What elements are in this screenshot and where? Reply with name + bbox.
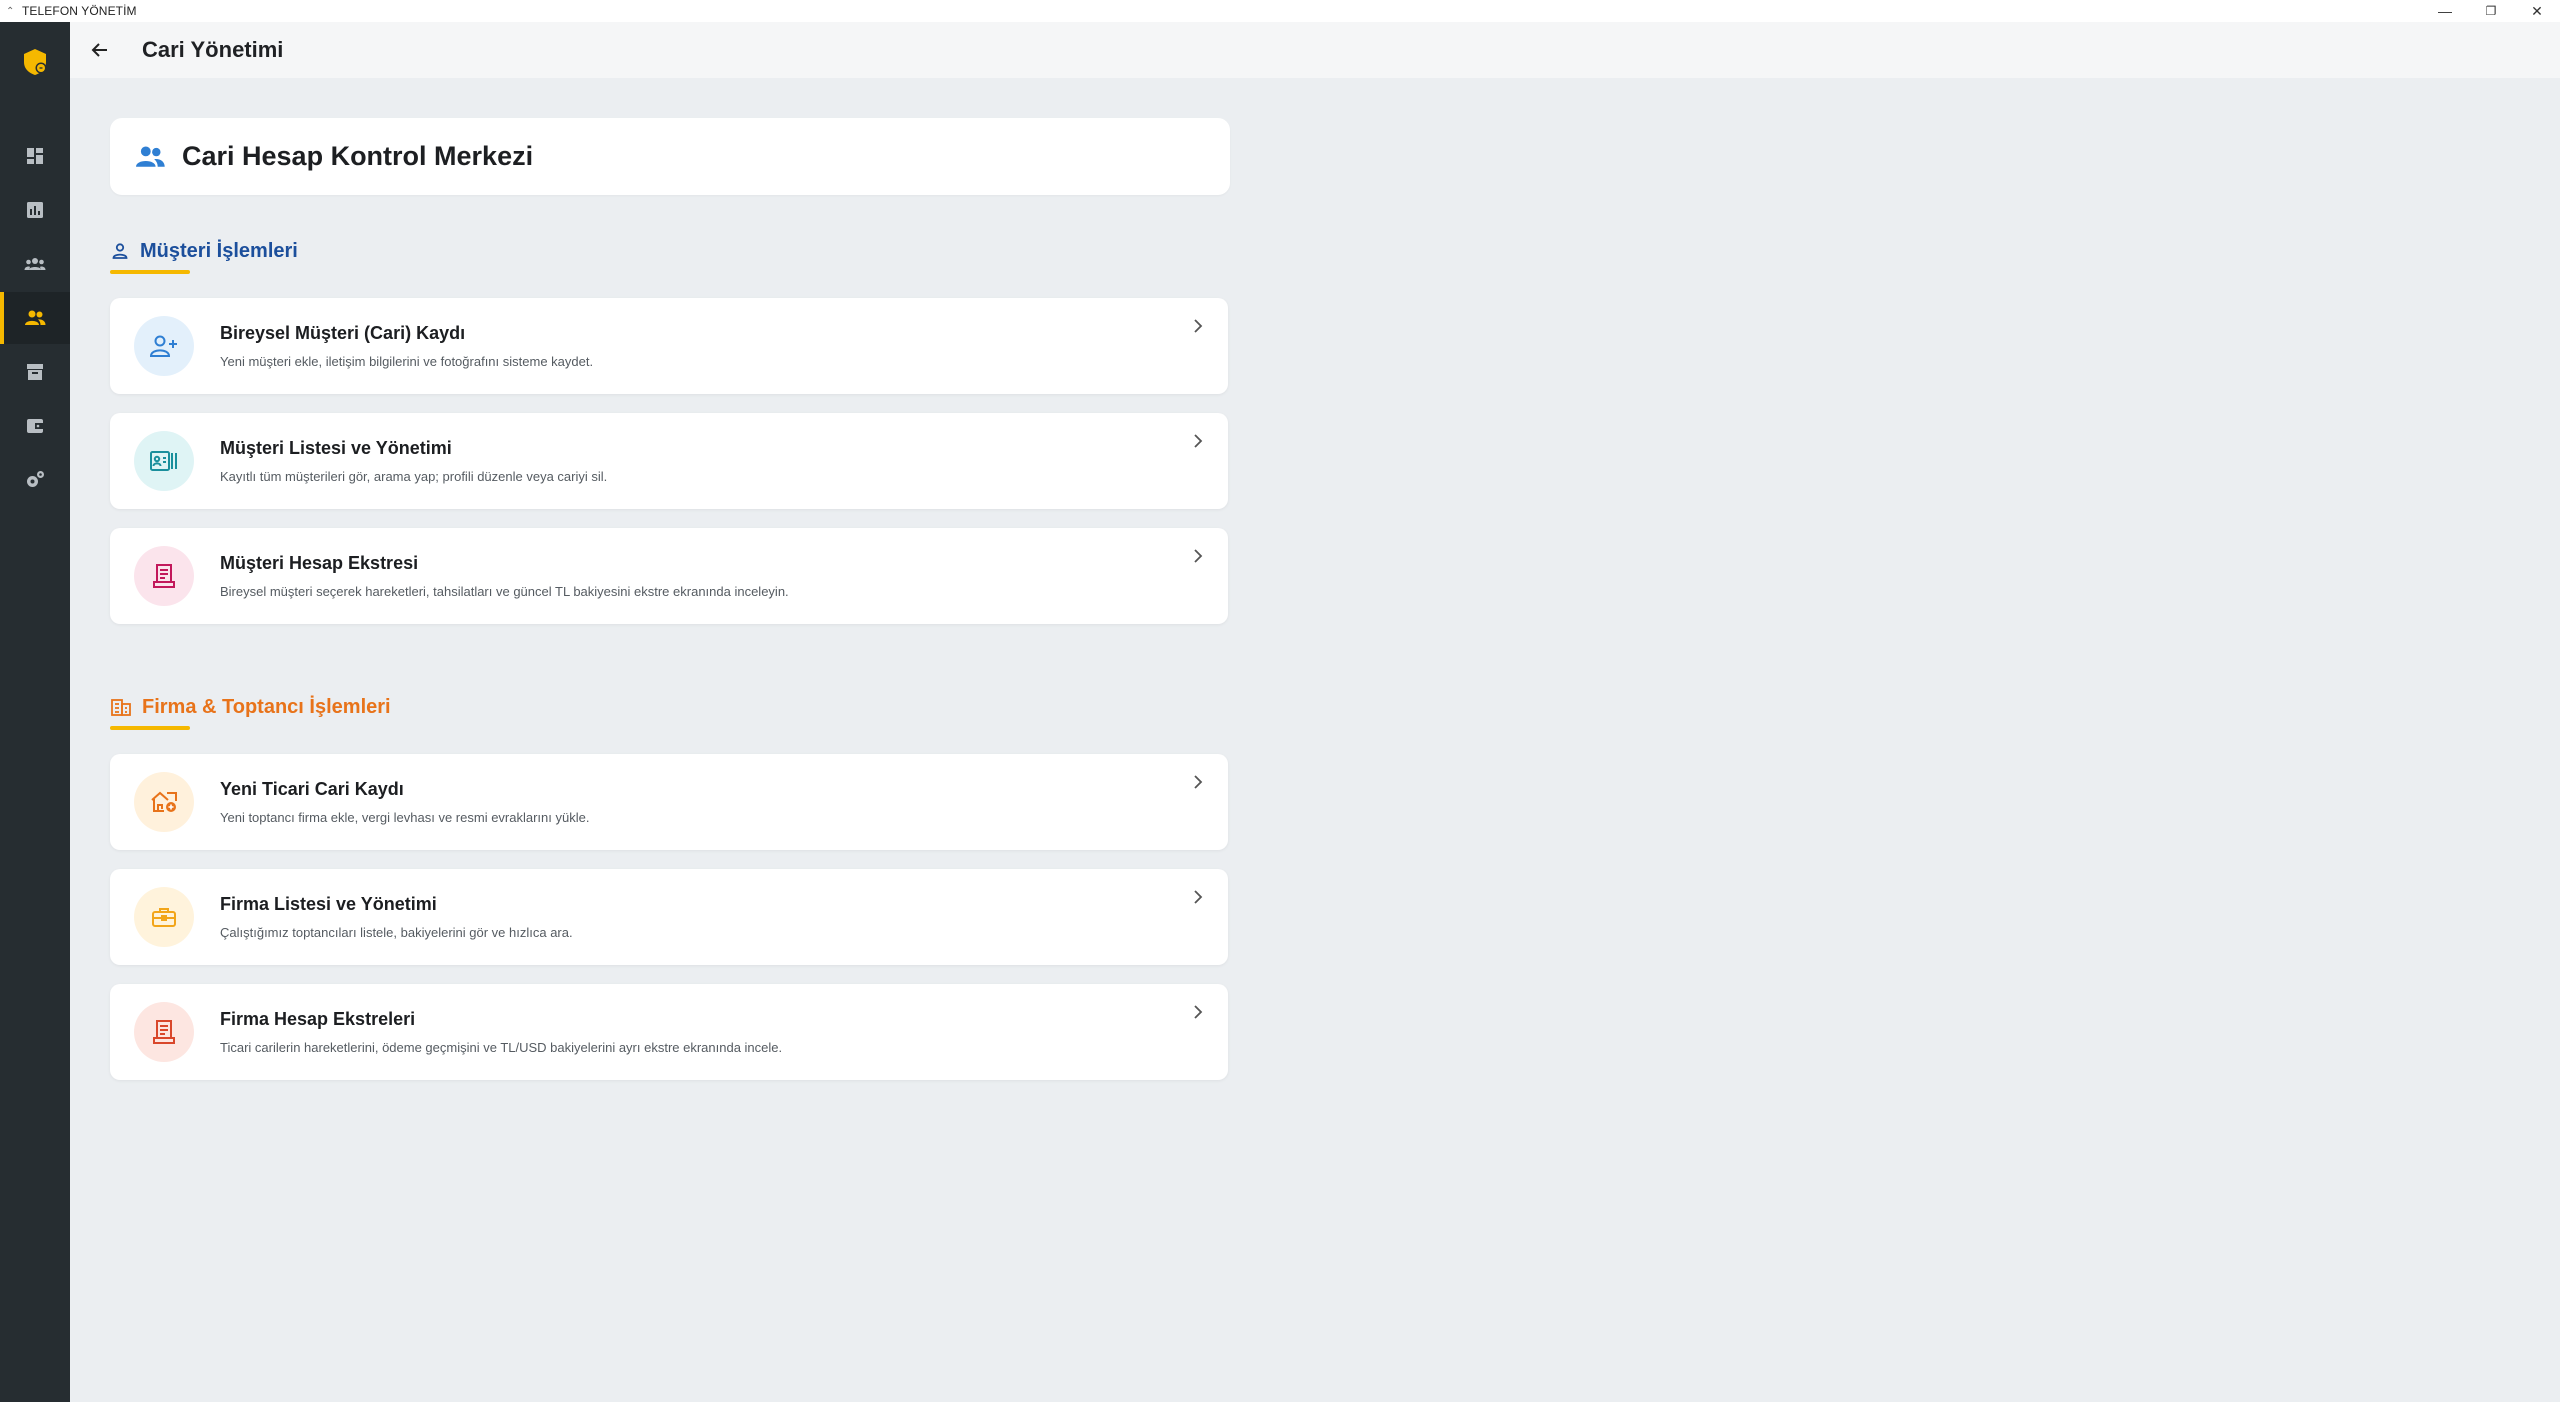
customer-section-header: Müşteri İşlemleri	[110, 236, 298, 266]
app-menu-icon[interactable]: ⌃	[6, 6, 16, 17]
business-icon	[111, 699, 131, 716]
sidebar-item-settings[interactable]	[0, 454, 70, 506]
restore-button[interactable]: ❐	[2468, 0, 2514, 22]
customer-section: Müşteri İşlemleri	[110, 236, 298, 274]
card-customer-list[interactable]: Müşteri Listesi ve Yönetimi Kayıtlı tüm …	[110, 413, 1228, 509]
wallet-icon	[27, 419, 43, 433]
close-button[interactable]: ✕	[2514, 0, 2560, 22]
main-content: Cari Hesap Kontrol Merkezi Müşteri İşlem…	[110, 118, 1230, 1080]
chevron-right-icon	[1194, 549, 1203, 563]
analytics-icon	[27, 202, 43, 218]
card-description: Bireysel müşteri seçerek hareketleri, ta…	[220, 584, 789, 599]
section-underline	[110, 270, 190, 274]
window-titlebar: ⌃ TELEFON YÖNETİM — ❐ ✕	[0, 0, 2560, 22]
card-title: Bireysel Müşteri (Cari) Kaydı	[220, 323, 466, 343]
card-firm-statements[interactable]: Firma Hesap Ekstreleri Ticari carilerin …	[110, 984, 1228, 1080]
card-description: Kayıtlı tüm müşterileri gör, arama yap; …	[220, 469, 608, 484]
card-title: Firma Listesi ve Yönetimi	[220, 894, 437, 914]
window-title: TELEFON YÖNETİM	[22, 4, 137, 18]
chevron-right-icon	[1194, 890, 1203, 904]
card-firm-register[interactable]: Yeni Ticari Cari Kaydı Yeni toptancı fir…	[110, 754, 1228, 850]
section-underline	[110, 726, 190, 730]
hero-card: Cari Hesap Kontrol Merkezi	[110, 118, 1230, 195]
archive-icon	[27, 364, 43, 380]
card-description: Ticari carilerin hareketlerini, ödeme ge…	[220, 1040, 783, 1055]
card-title: Müşteri Listesi ve Yönetimi	[220, 438, 452, 458]
receipt-icon	[134, 546, 194, 606]
sidebar-item-analytics[interactable]	[0, 184, 70, 236]
briefcase-icon	[134, 887, 194, 947]
card-description: Yeni müşteri ekle, iletişim bilgilerini …	[220, 354, 594, 369]
customer-section-title: Müşteri İşlemleri	[140, 239, 298, 262]
people-icon	[136, 146, 165, 167]
firm-section: Firma & Toptancı İşlemleri	[110, 692, 391, 730]
settings-icon	[27, 471, 44, 487]
person-add-icon	[134, 316, 194, 376]
receipt-icon	[134, 1002, 194, 1062]
page-header: Cari Yönetimi	[70, 22, 2560, 78]
chevron-right-icon	[1194, 319, 1203, 333]
sidebar	[0, 22, 70, 1402]
firm-section-title: Firma & Toptancı İşlemleri	[142, 695, 391, 718]
sidebar-item-accounts[interactable]	[0, 292, 70, 344]
sidebar-item-wallet[interactable]	[0, 400, 70, 452]
card-title: Firma Hesap Ekstreleri	[220, 1009, 416, 1029]
card-customer-statement[interactable]: Müşteri Hesap Ekstresi Bireysel müşteri …	[110, 528, 1228, 624]
shield-logo-icon	[24, 49, 47, 75]
person-outline-icon	[112, 243, 128, 259]
people-icon	[25, 310, 46, 325]
back-button[interactable]	[72, 22, 128, 78]
card-description: Çalıştığımız toptancıları listele, bakiy…	[220, 925, 573, 940]
minimize-button[interactable]: —	[2422, 0, 2468, 22]
card-title: Yeni Ticari Cari Kaydı	[220, 779, 404, 799]
contact-list-icon	[134, 431, 194, 491]
chevron-right-icon	[1194, 1005, 1203, 1019]
sidebar-item-groups[interactable]	[0, 238, 70, 290]
window-controls: — ❐ ✕	[2422, 0, 2560, 22]
arrow-back-icon	[91, 43, 107, 57]
store-add-icon	[134, 772, 194, 832]
card-firm-list[interactable]: Firma Listesi ve Yönetimi Çalıştığımız t…	[110, 869, 1228, 965]
dashboard-icon	[27, 148, 43, 164]
card-description: Yeni toptancı firma ekle, vergi levhası …	[220, 810, 590, 825]
card-customer-register[interactable]: Bireysel Müşteri (Cari) Kaydı Yeni müşte…	[110, 298, 1228, 394]
sidebar-item-archive[interactable]	[0, 346, 70, 398]
page-title: Cari Yönetimi	[142, 37, 284, 62]
sidebar-item-dashboard[interactable]	[0, 130, 70, 182]
hero-title: Cari Hesap Kontrol Merkezi	[182, 141, 534, 171]
groups-icon	[24, 258, 46, 270]
app-logo	[0, 40, 70, 84]
chevron-right-icon	[1194, 434, 1203, 448]
firm-section-header: Firma & Toptancı İşlemleri	[110, 692, 391, 722]
card-title: Müşteri Hesap Ekstresi	[220, 553, 419, 573]
chevron-right-icon	[1194, 775, 1203, 789]
